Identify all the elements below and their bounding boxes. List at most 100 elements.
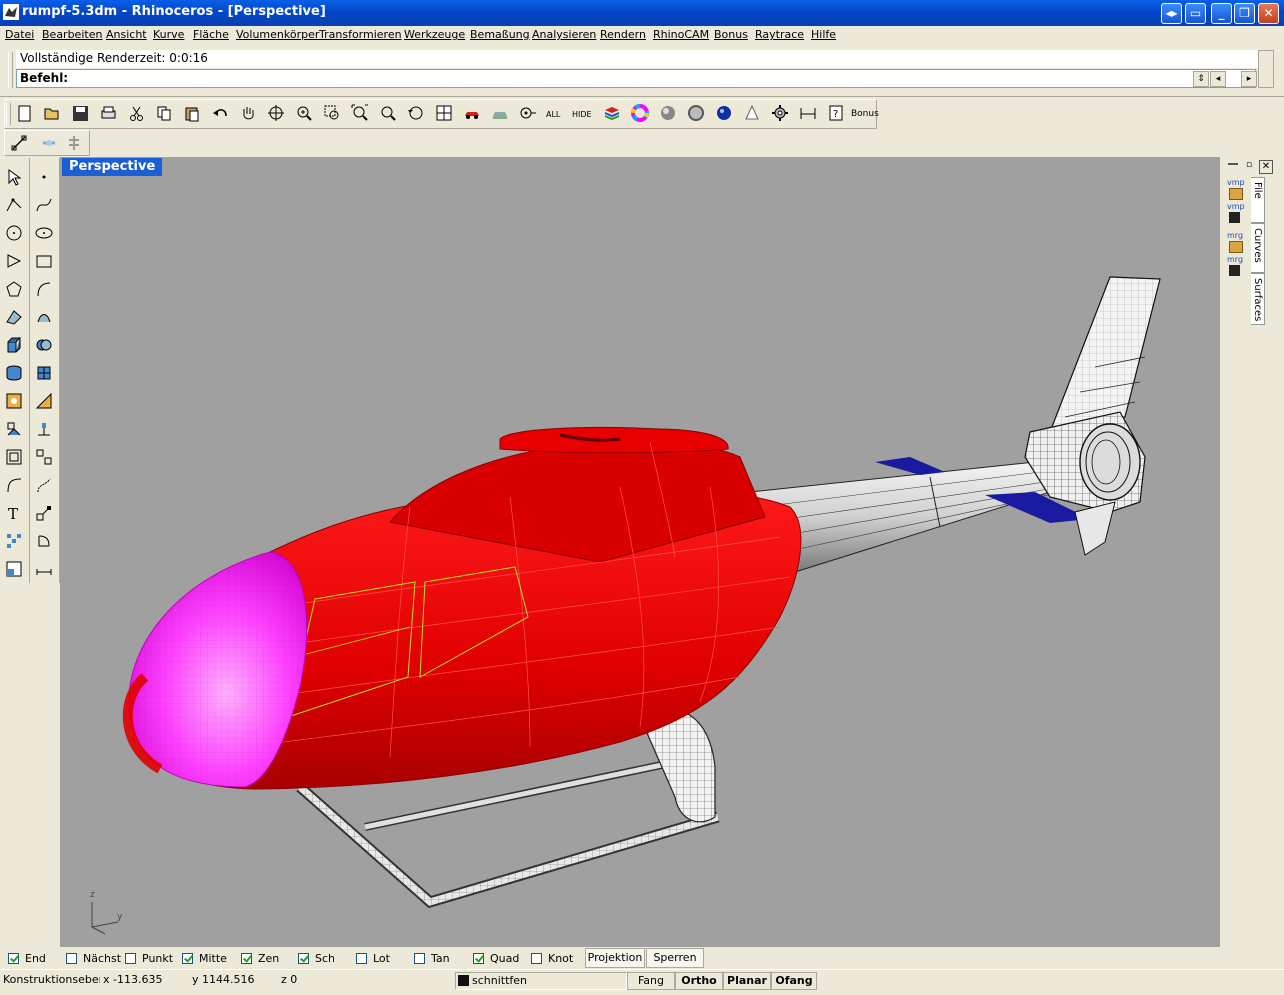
hide-icon[interactable]: HIDE [570,101,598,125]
color-wheel-icon[interactable] [626,101,654,125]
osnap-sch[interactable]: Sch [298,950,335,966]
blend-curve-icon[interactable] [32,473,56,497]
command-scrollbar[interactable] [1258,50,1274,88]
projektion-button[interactable]: Projektion [585,948,645,968]
group-icon[interactable] [2,445,26,469]
command-spin-button[interactable]: ⇕ [1193,71,1209,87]
window-list-button[interactable]: ▭ [1185,3,1206,24]
fang-button[interactable]: Fang [627,972,675,990]
checkbox-icon[interactable] [66,952,77,964]
menu-kurve[interactable]: Kurve [153,28,184,41]
panel-float-icon[interactable]: ▫ [1242,160,1256,174]
project-icon[interactable] [32,417,56,441]
light-cone-icon[interactable] [738,101,766,125]
polyline-icon[interactable] [2,193,26,217]
shaded-car-icon[interactable] [486,101,514,125]
zoom-window-icon[interactable] [318,101,346,125]
osnap-tan[interactable]: Tan [414,950,450,966]
checkbox-icon[interactable] [414,952,425,964]
scroll-left-button[interactable]: ◂ [1210,71,1226,87]
paste-icon[interactable] [178,101,206,125]
boolean-icon[interactable] [32,333,56,357]
dimension-tool-icon[interactable] [32,557,56,581]
menu-bemaßung[interactable]: Bemaßung [470,28,530,41]
pan-hand-icon[interactable] [234,101,262,125]
save-icon[interactable] [66,101,94,125]
planar-button[interactable]: Planar [723,972,771,990]
checkbox-icon[interactable] [298,952,309,964]
checkbox-icon[interactable] [531,952,542,964]
gear-icon[interactable] [766,101,794,125]
zoom-dynamic-icon[interactable] [290,101,318,125]
menu-hilfe[interactable]: Hilfe [811,28,836,41]
shaded-sphere-icon[interactable] [654,101,682,125]
copy-icon[interactable] [150,101,178,125]
car-render-icon[interactable] [458,101,486,125]
render-sphere-icon[interactable] [682,101,710,125]
scale-icon[interactable] [32,501,56,525]
viewport-title[interactable]: Perspective [62,158,163,176]
print-icon[interactable] [94,101,122,125]
rhino-app-icon[interactable] [3,4,19,20]
panel-close-icon[interactable]: ✕ [1259,160,1273,174]
tab-surfaces[interactable]: Surfaces [1251,273,1265,325]
tab-curves[interactable]: Curves [1251,223,1265,273]
perspective-viewport[interactable]: z y [60,157,1220,947]
box-solid-icon[interactable] [2,333,26,357]
osnap-end[interactable]: End [8,950,46,966]
points-grid-icon[interactable] [2,529,26,553]
loft-surface-icon[interactable] [32,305,56,329]
cut-icon[interactable] [122,101,150,125]
layout-arrows-button[interactable]: ◂▸ [1161,3,1182,24]
arc-icon[interactable] [32,277,56,301]
undo-view-icon[interactable] [402,101,430,125]
blue-sphere-icon[interactable] [710,101,738,125]
menu-datei[interactable]: Datei [5,28,34,41]
osnap-zen[interactable]: Zen [241,950,279,966]
tab-file[interactable]: File [1251,177,1265,223]
select-arrow-icon[interactable] [2,165,26,189]
menu-ansicht[interactable]: Ansicht [106,28,147,41]
ellipse-shape-icon[interactable] [32,221,56,245]
camera-target-icon[interactable] [514,101,542,125]
checkbox-icon[interactable] [182,952,193,964]
rectangle-icon[interactable] [32,249,56,273]
menu-fläche[interactable]: Fläche [193,28,229,41]
viewport-layout-icon[interactable] [2,557,26,581]
menu-analysieren[interactable]: Analysieren [532,28,596,41]
cylinder-icon[interactable] [2,361,26,385]
rotate-view-icon[interactable] [262,101,290,125]
fillet-curve-icon[interactable] [2,473,26,497]
ellipse-icon[interactable] [2,277,26,301]
menu-rhinocam[interactable]: RhinoCAM [653,28,709,41]
checkbox-icon[interactable] [241,952,252,964]
osnap-quad[interactable]: Quad [473,950,519,966]
osnap-mitte[interactable]: Mitte [182,950,227,966]
sperren-button[interactable]: Sperren [646,948,704,968]
mrg-open-item[interactable]: mrg [1227,231,1243,240]
analysis-icon[interactable] [32,389,56,413]
maximize-button[interactable]: ❐ [1234,3,1255,24]
points-on-icon[interactable] [37,131,61,155]
rotate-icon[interactable] [32,529,56,553]
show-all-icon[interactable]: ALL [542,101,570,125]
menu-transformieren[interactable]: Transformieren [319,28,402,41]
vmp-save-item[interactable]: vmp [1227,202,1245,211]
menu-raytrace[interactable]: Raytrace [755,28,804,41]
menu-volumenkörper[interactable]: Volumenkörper [236,28,319,41]
undo-icon[interactable] [206,101,234,125]
points-off-icon[interactable] [62,131,86,155]
dimension-icon[interactable] [794,101,822,125]
zoom-extents-icon[interactable] [346,101,374,125]
circle-icon[interactable] [2,221,26,245]
surface-network-icon[interactable] [2,305,26,329]
explode-icon[interactable] [32,445,56,469]
osnap-knot[interactable]: Knot [531,950,573,966]
control-point-edit-icon[interactable] [7,131,31,155]
menu-bearbeiten[interactable]: Bearbeiten [42,28,102,41]
osnap-lot[interactable]: Lot [356,950,390,966]
menu-bonus[interactable]: Bonus [714,28,748,41]
minimize-button[interactable]: _ [1211,3,1232,24]
command-input[interactable] [69,70,1189,86]
mrg-save-item[interactable]: mrg [1227,255,1243,264]
